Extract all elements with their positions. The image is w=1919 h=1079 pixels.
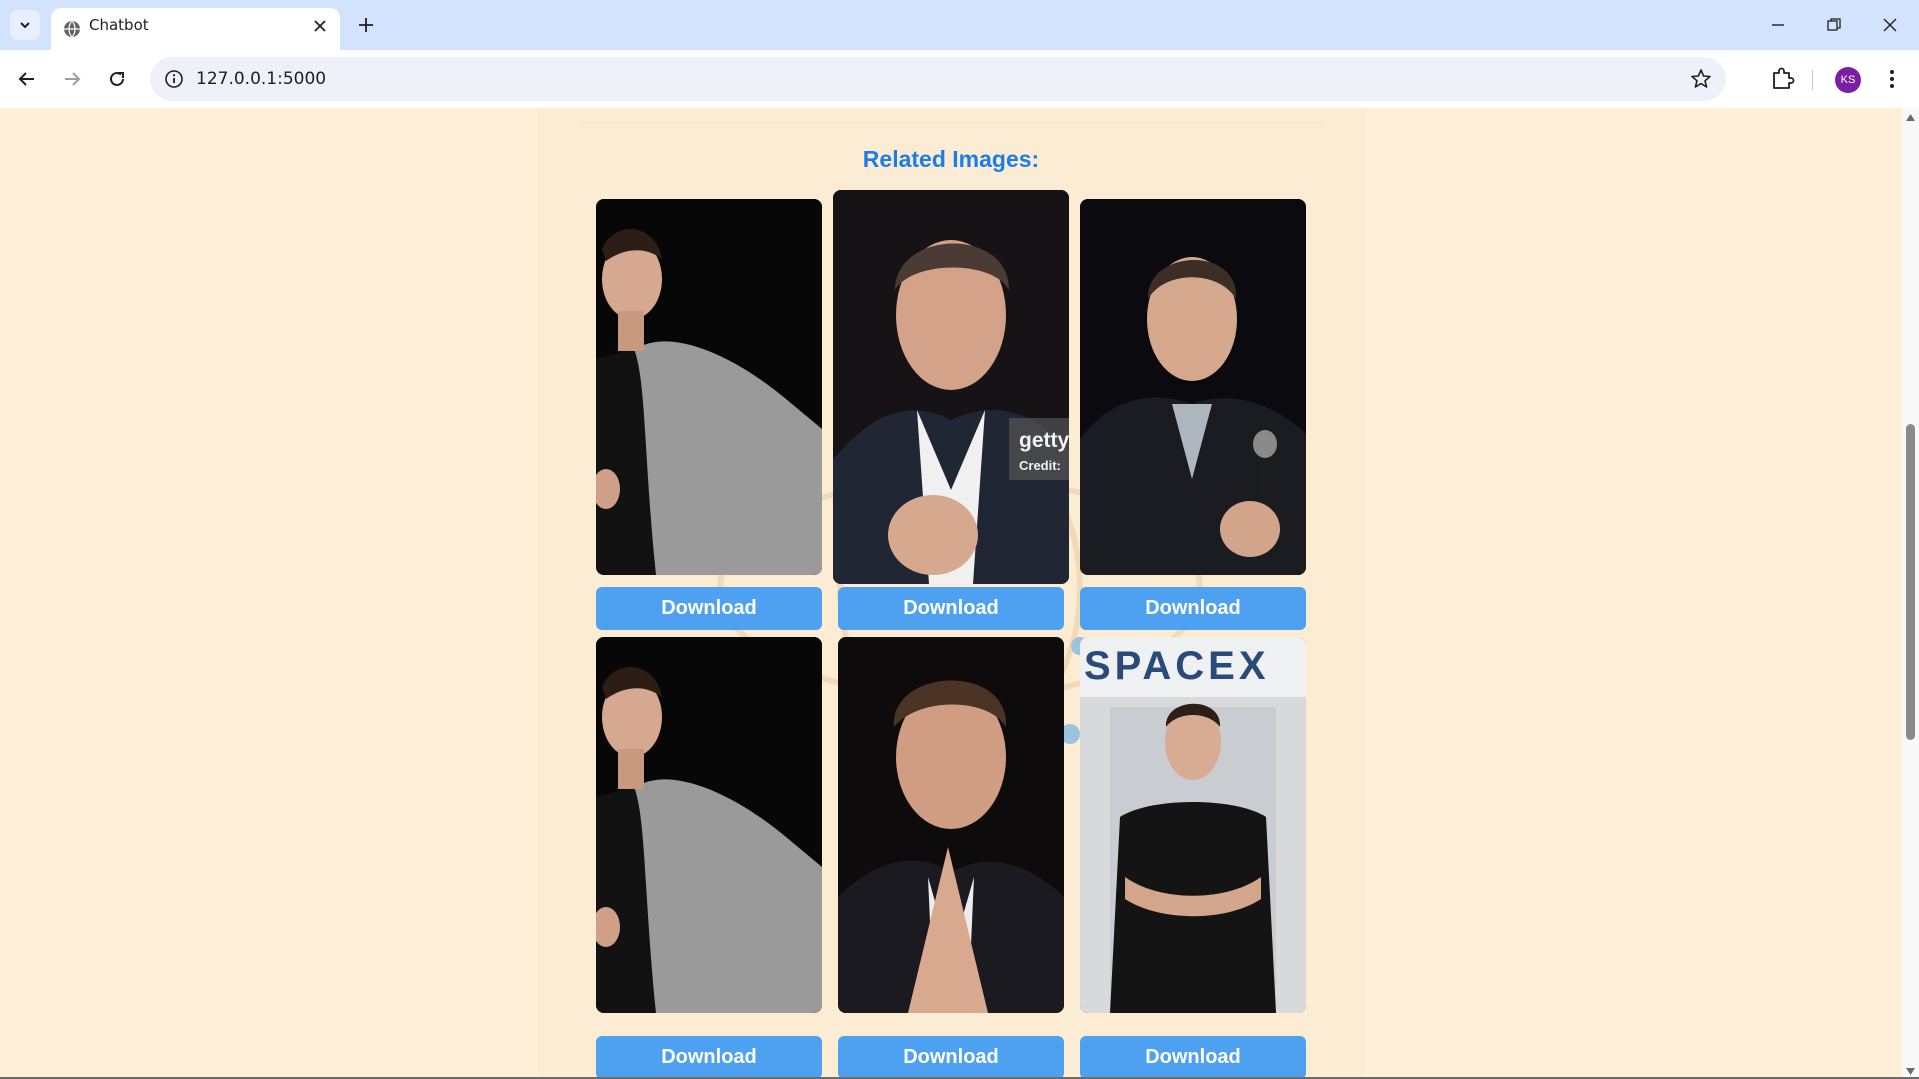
bookmark-star-icon[interactable] (1690, 68, 1712, 90)
restore-icon[interactable] (1814, 8, 1854, 42)
close-window-icon[interactable] (1870, 8, 1910, 42)
profile-avatar[interactable]: KS (1835, 67, 1861, 93)
site-info-icon[interactable] (164, 69, 184, 89)
download-button-3[interactable]: Download (1080, 587, 1306, 630)
browser-tab[interactable]: Chatbot (51, 8, 340, 50)
extensions-puzzle-icon[interactable] (1768, 64, 1796, 92)
related-image-6[interactable]: SPACEX (1080, 637, 1306, 1013)
close-tab-icon[interactable] (310, 16, 330, 36)
back-arrow-icon[interactable] (11, 63, 43, 95)
page-viewport: Related Images: getty Credit: Download D… (0, 108, 1902, 1079)
tab-search-button[interactable] (10, 10, 40, 40)
reload-icon[interactable] (101, 63, 133, 95)
message-box-edge (580, 122, 1322, 123)
related-image-3[interactable] (1080, 199, 1306, 575)
scrollbar-thumb[interactable] (1906, 424, 1915, 740)
new-tab-plus-icon[interactable] (352, 11, 380, 39)
tab-strip: Chatbot (0, 0, 1919, 50)
minimize-icon[interactable] (1758, 8, 1798, 42)
address-bar[interactable]: 127.0.0.1:5000 (150, 57, 1726, 101)
more-vert-icon[interactable] (1880, 65, 1904, 93)
forward-arrow-icon[interactable] (56, 63, 88, 95)
download-button-1[interactable]: Download (596, 587, 822, 630)
download-button-2[interactable]: Download (838, 587, 1064, 630)
download-button-6[interactable]: Download (1080, 1036, 1306, 1079)
browser-toolbar: 127.0.0.1:5000 KS (0, 50, 1919, 109)
download-button-4[interactable]: Download (596, 1036, 822, 1079)
page-scrollbar[interactable] (1902, 108, 1919, 1079)
scroll-up-arrow-icon[interactable] (1906, 114, 1915, 121)
toolbar-separator (1812, 70, 1813, 90)
globe-icon (64, 20, 80, 38)
url-text[interactable]: 127.0.0.1:5000 (196, 57, 326, 101)
related-image-2[interactable]: getty Credit: (833, 190, 1069, 584)
related-images-heading: Related Images: (862, 146, 1040, 172)
tab-title: Chatbot (89, 16, 149, 34)
related-image-1[interactable] (596, 199, 822, 575)
image-watermark-getty: getty (1019, 429, 1069, 452)
related-image-4[interactable] (596, 637, 822, 1013)
scroll-down-arrow-icon[interactable] (1906, 1068, 1915, 1075)
related-image-5[interactable] (838, 637, 1064, 1013)
download-button-5[interactable]: Download (838, 1036, 1064, 1079)
chevron-down-icon (20, 22, 30, 29)
spacex-backdrop-text: SPACEX (1084, 644, 1270, 688)
image-watermark-credit: Credit: (1019, 458, 1061, 473)
